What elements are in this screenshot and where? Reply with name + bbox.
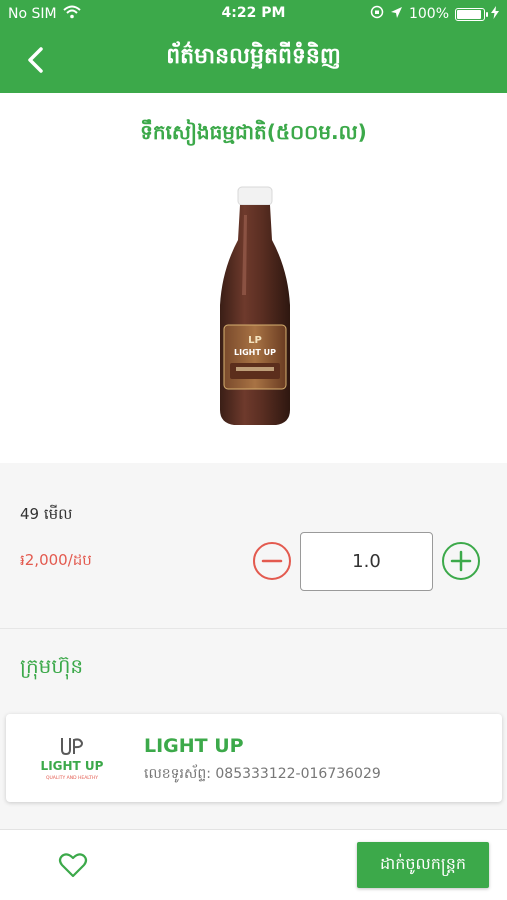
chevron-left-icon (28, 47, 43, 73)
company-section: ក្រុមហ៊ុន LIGHT UP QUALITY AND HEALTHY L… (0, 629, 507, 829)
location-arrow-icon (390, 6, 403, 23)
product-price: ៛2,000/ដប (20, 551, 92, 569)
company-logo-tagline: QUALITY AND HEALTHY (46, 775, 98, 781)
info-section: 49 មើល ៛2,000/ដប (0, 463, 507, 629)
product-image: LP LIGHT UP (220, 186, 290, 425)
product-section: ទឹកសៀងធម្មជាតិ(៥០០ម.ល) LP LIGHT UP (0, 93, 507, 463)
minus-circle-icon[interactable] (252, 541, 292, 581)
company-phone: លេខទូរស័ព្ទ: 085333122-016736029 (144, 766, 381, 782)
company-name: LIGHT UP (144, 735, 244, 757)
nav-bar: ព័ត៌មានលម្អិតពីទំនិញ (0, 28, 507, 93)
battery-icon (455, 7, 488, 21)
svg-text:LP: LP (248, 335, 262, 346)
back-button[interactable] (16, 40, 56, 80)
page-title: ព័ត៌មានលម្អិតពីទំនិញ (166, 44, 341, 69)
plus-circle-icon[interactable] (441, 541, 481, 581)
company-heading: ក្រុមហ៊ុន (20, 654, 84, 678)
orientation-lock-icon (370, 5, 384, 23)
add-to-cart-button[interactable]: ដាក់ចូលកន្ត្រក (357, 842, 489, 888)
quantity-input[interactable] (300, 532, 433, 591)
product-name: ទឹកសៀងធម្មជាតិ(៥០០ម.ល) (140, 120, 367, 144)
view-count: 49 មើល (20, 505, 73, 523)
charging-bolt-icon (491, 5, 499, 23)
app-header: No SIM 4:22 PM 100% ព័ត៌មានលម្អិតពីទំនិញ (0, 0, 507, 93)
bottle-label-text: LIGHT UP (234, 348, 276, 357)
company-logo: LIGHT UP QUALITY AND HEALTHY (41, 738, 104, 781)
company-logo-text: LIGHT UP (41, 759, 104, 773)
status-right: 100% (370, 5, 499, 23)
bottom-bar: ដាក់ចូលកន្ត្រក (0, 829, 507, 900)
company-card[interactable]: LIGHT UP QUALITY AND HEALTHY LIGHT UP លេ… (6, 714, 502, 802)
heart-outline-icon[interactable] (58, 850, 88, 880)
status-bar: No SIM 4:22 PM 100% (0, 0, 507, 28)
battery-percent: 100% (408, 6, 449, 22)
